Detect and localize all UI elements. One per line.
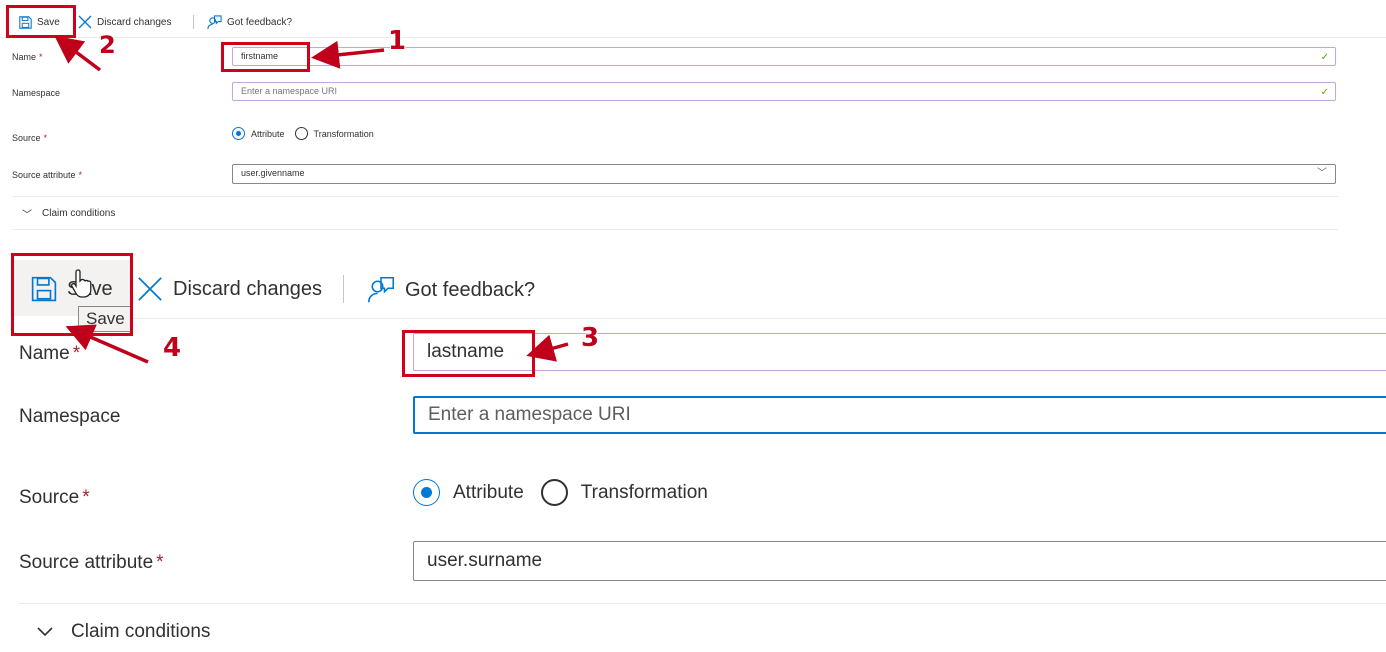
annotation-step-4: 4 [163,333,182,363]
annotation-step-3: 3 [581,323,600,353]
annotation-arrows [54,35,569,364]
annotation-step-1: 1 [388,26,407,56]
annotation-step-2: 2 [99,31,116,59]
